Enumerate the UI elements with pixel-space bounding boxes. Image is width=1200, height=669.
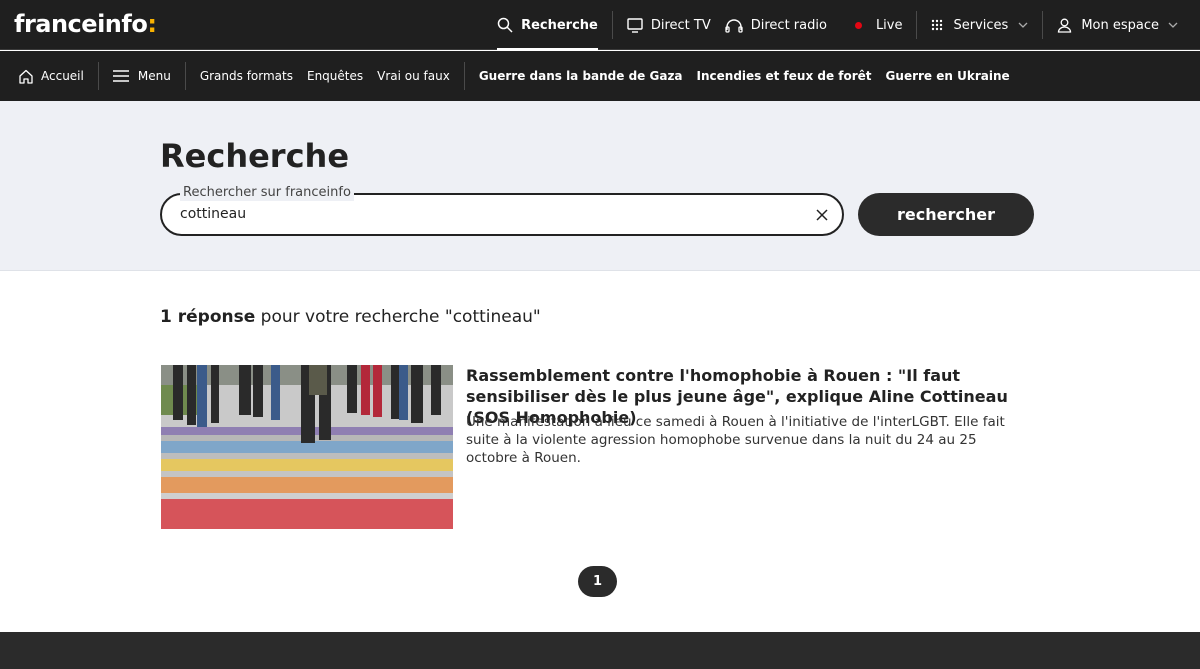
search-button[interactable]: rechercher — [858, 193, 1034, 236]
pagination-page-1[interactable]: 1 — [578, 566, 617, 597]
grid-icon — [931, 19, 943, 31]
nav-divider — [463, 62, 465, 90]
secondary-nav: Accueil Menu Grands formats Enquêtes Vra… — [0, 51, 1200, 101]
nav-vrai-ou-faux[interactable]: Vrai ou faux — [370, 69, 457, 83]
nav-divider — [184, 62, 186, 90]
topic-ukraine[interactable]: Guerre en Ukraine — [879, 69, 1017, 83]
nav-divider — [97, 62, 99, 90]
search-icon — [497, 17, 513, 33]
clear-icon[interactable] — [812, 205, 832, 225]
nav-direct-tv[interactable]: Direct TV — [613, 0, 725, 50]
result-thumbnail[interactable] — [161, 365, 453, 529]
rainbow-crosswalk-image — [161, 365, 453, 529]
hamburger-icon — [112, 70, 129, 82]
result-count: 1 réponse pour votre recherche "cottinea… — [160, 307, 541, 327]
topic-gaza[interactable]: Guerre dans la bande de Gaza — [472, 69, 690, 83]
nav-services[interactable]: Services — [917, 0, 1042, 50]
search-input[interactable]: Rechercher sur franceinfo cottineau — [160, 185, 844, 236]
nav-account[interactable]: Mon espace — [1043, 0, 1200, 50]
nav-direct-radio[interactable]: Direct radio — [725, 0, 841, 50]
search-value[interactable]: cottineau — [180, 206, 246, 222]
result-description: Une manifestation a lieu ce samedi à Rou… — [466, 414, 1005, 466]
live-dot-icon — [854, 21, 862, 29]
headphones-icon — [725, 18, 743, 33]
chevron-down-icon — [1018, 20, 1028, 31]
tv-icon — [627, 17, 643, 33]
footer — [0, 632, 1200, 669]
page-title: Recherche — [160, 137, 350, 175]
chevron-down-icon — [1168, 20, 1178, 31]
search-section: Recherche Rechercher sur franceinfo cott… — [0, 101, 1200, 271]
search-label: Rechercher sur franceinfo — [180, 185, 354, 201]
topic-incendies[interactable]: Incendies et feux de forêt — [690, 69, 879, 83]
nav-grands-formats[interactable]: Grands formats — [193, 69, 300, 83]
top-header: franceinfo: Recherche Direct TV Direct r… — [0, 0, 1200, 50]
home-icon — [18, 69, 34, 84]
user-icon — [1057, 18, 1072, 33]
top-nav: Recherche Direct TV Direct radio Live Se… — [483, 0, 1200, 50]
nav-menu[interactable]: Menu — [106, 69, 178, 83]
nav-search[interactable]: Recherche — [483, 0, 612, 50]
franceinfo-logo[interactable]: franceinfo: — [14, 10, 157, 38]
nav-live[interactable]: Live — [841, 0, 917, 50]
nav-enquetes[interactable]: Enquêtes — [300, 69, 370, 83]
nav-home[interactable]: Accueil — [0, 69, 91, 84]
